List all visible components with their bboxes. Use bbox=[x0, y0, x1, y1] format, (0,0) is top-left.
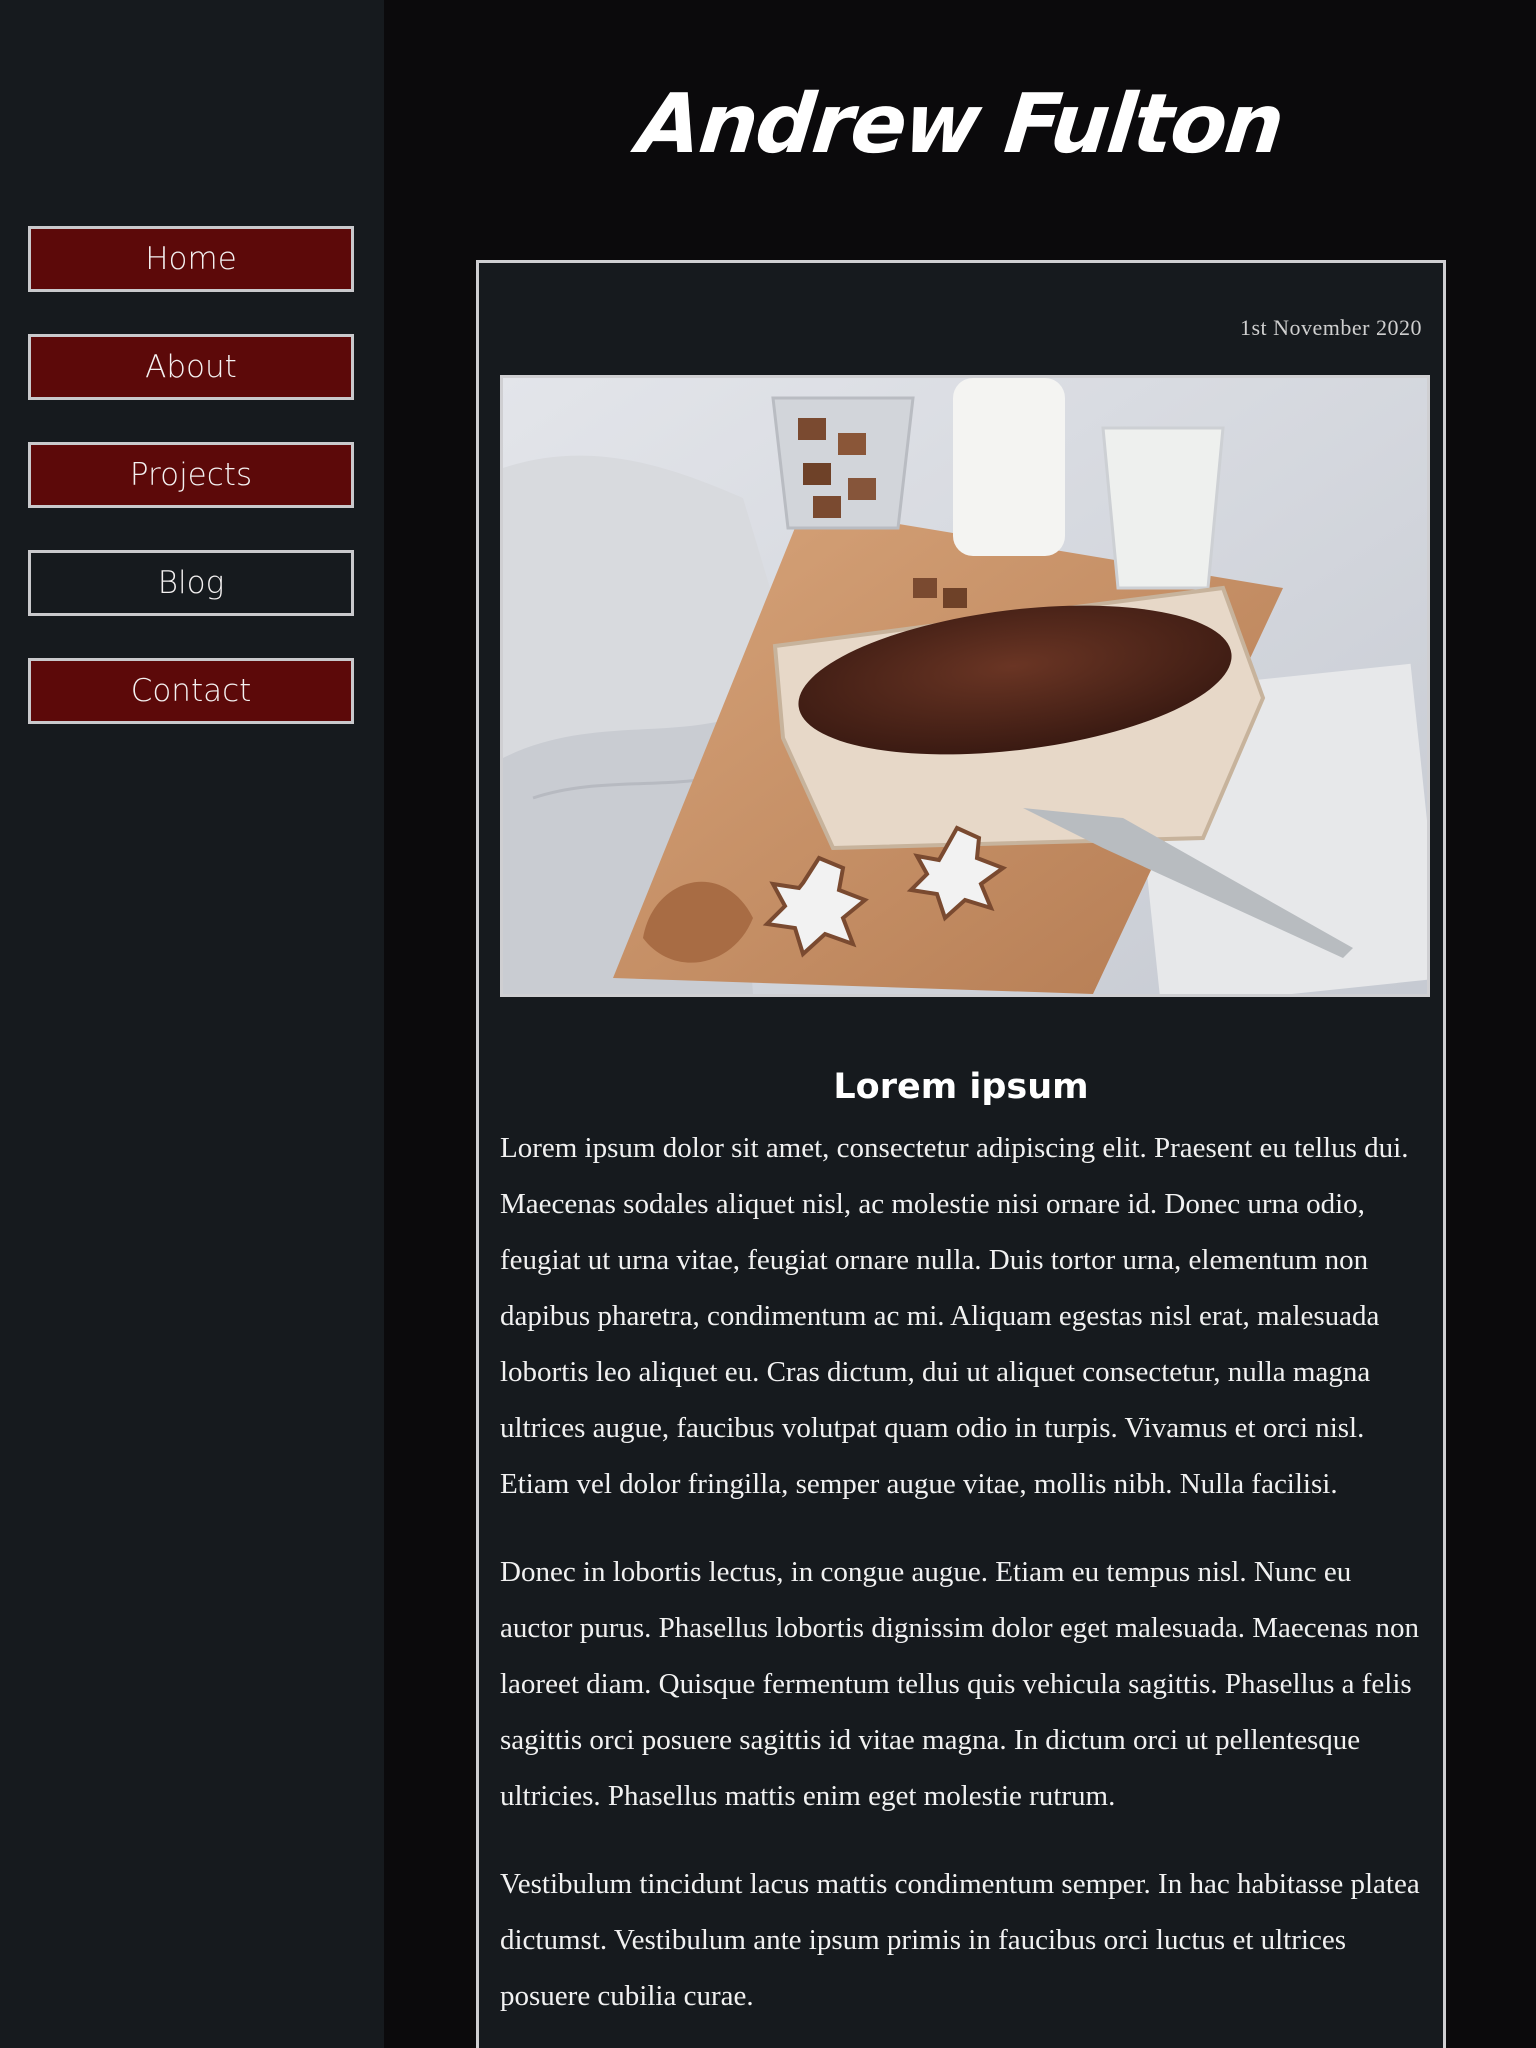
post-body: Lorem ipsum dolor sit amet, consectetur … bbox=[500, 1120, 1422, 2048]
post-date: 1st November 2020 bbox=[1239, 315, 1422, 340]
blog-post-card: 1st November 2020 Lorem ipsum Lorem ipsu… bbox=[476, 260, 1446, 2048]
post-paragraph: Donec in lobortis lectus, in congue augu… bbox=[500, 1556, 1419, 1812]
nav-about-button[interactable]: About bbox=[28, 334, 354, 400]
site-title: Andrew Fulton bbox=[633, 77, 1287, 172]
nav-projects-button[interactable]: Projects bbox=[28, 442, 354, 508]
nav-home-button[interactable]: Home bbox=[28, 226, 354, 292]
page: Home About Projects Blog Contact Andrew … bbox=[0, 0, 1536, 2048]
sidebar: Home About Projects Blog Contact bbox=[0, 0, 384, 2048]
post-image bbox=[500, 375, 1430, 997]
nav-blog-button[interactable]: Blog bbox=[28, 550, 354, 616]
main-content: Andrew Fulton 1st November 2020 Lorem ip… bbox=[384, 0, 1536, 2048]
post-paragraph: Lorem ipsum dolor sit amet, consectetur … bbox=[500, 1132, 1409, 1500]
post-title: Lorem ipsum bbox=[833, 1067, 1089, 1108]
nav-contact-button[interactable]: Contact bbox=[28, 658, 354, 724]
post-paragraph: Vestibulum tincidunt lacus mattis condim… bbox=[500, 1868, 1420, 2012]
